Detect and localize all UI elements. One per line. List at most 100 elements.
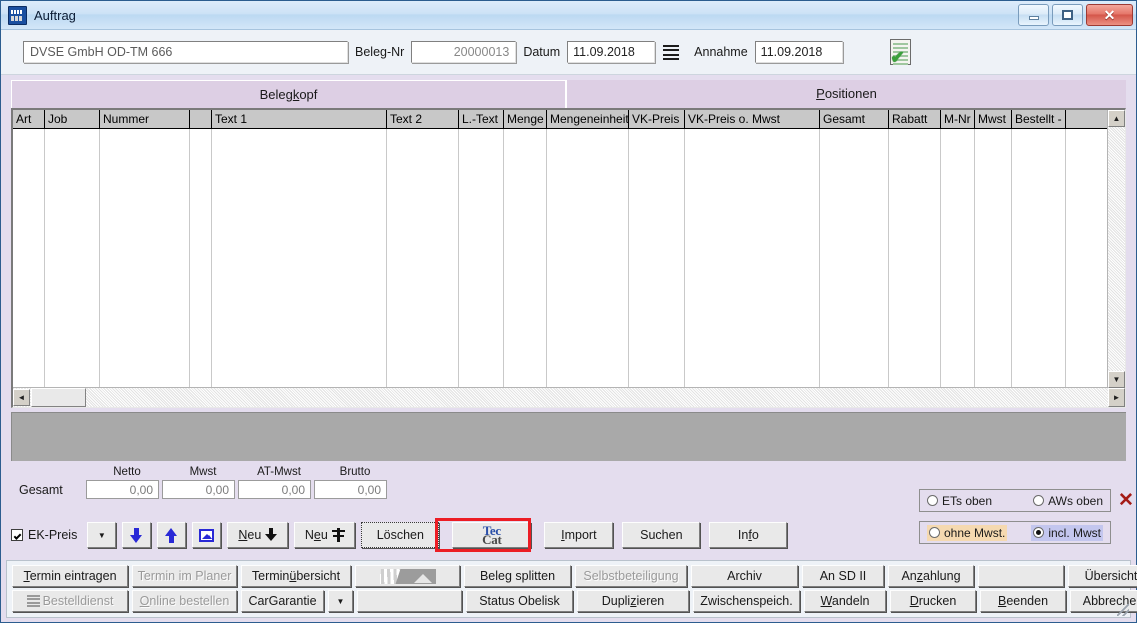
bottom-button-label: Online bestellen <box>139 594 230 608</box>
grid-column-body[interactable] <box>459 129 504 389</box>
radio-aws-oben[interactable]: AWs oben <box>1033 494 1103 508</box>
bottom-button-an-sd-ii[interactable]: An SD II <box>802 565 884 587</box>
info-button[interactable]: Info <box>709 522 788 548</box>
totals-value-field[interactable]: 0,00 <box>162 480 235 499</box>
bottom-button-bestelldienst[interactable]: Bestelldienst <box>12 590 128 612</box>
grid-column-body[interactable] <box>45 129 100 389</box>
horizontal-scroll-thumb[interactable] <box>31 388 86 407</box>
tab-positionen[interactable]: Positionen <box>567 80 1126 108</box>
maximize-button[interactable] <box>1052 4 1083 26</box>
arrow-down-icon <box>130 527 143 543</box>
grid-column-body[interactable] <box>941 129 975 389</box>
bottom-button-termin-im-planer[interactable]: Termin im Planer <box>132 565 237 587</box>
radio-ets-oben[interactable]: ETs oben <box>927 494 992 508</box>
tab-belegkopf[interactable]: Belegkopf <box>11 80 567 108</box>
bottom-button-status-obelisk[interactable]: Status Obelisk <box>466 590 573 612</box>
bottom-button-übersicht[interactable]: Übersicht <box>1068 565 1137 587</box>
bottom-button-archiv[interactable]: Archiv <box>691 565 798 587</box>
picture-button[interactable] <box>192 522 222 548</box>
scroll-corner[interactable]: ► <box>1108 388 1125 407</box>
totals-value-field[interactable]: 0,00 <box>86 480 159 499</box>
move-down-button[interactable] <box>122 522 152 548</box>
annahme-field[interactable]: 11.09.2018 <box>754 41 843 63</box>
red-x-icon[interactable]: ✕ <box>1118 491 1134 510</box>
bottom-button-online-bestellen[interactable]: Online bestellen <box>132 590 237 612</box>
bottom-button-cargarantie[interactable]: CarGarantie <box>241 590 324 612</box>
grid-column-header[interactable]: Art <box>13 110 45 128</box>
grid-column-header[interactable]: VK-Preis <box>629 110 685 128</box>
grid-column-header[interactable]: Text 1 <box>212 110 387 128</box>
bottom-button-drucken[interactable]: Drucken <box>890 590 976 612</box>
beleg-nr-field[interactable]: 20000013 <box>411 41 517 63</box>
grid-column-header[interactable]: Bestellt - <box>1012 110 1066 128</box>
totals-value-field[interactable]: 0,00 <box>238 480 311 499</box>
bottom-button-selbstbeteiligung[interactable]: Selbstbeteiligung <box>575 565 687 587</box>
move-up-button[interactable] <box>157 522 187 548</box>
grid-column-header[interactable]: Nummer <box>100 110 190 128</box>
bottom-button-terminübersicht[interactable]: Terminübersicht <box>241 565 351 587</box>
grid-column-body[interactable] <box>975 129 1012 389</box>
bottom-button-termin-eintragen[interactable]: Termin eintragen <box>12 565 128 587</box>
scroll-right-button[interactable]: ► <box>1108 388 1125 407</box>
ek-preis-checkbox[interactable]: EK-Preis <box>11 528 77 542</box>
bottom-button-anzahlung[interactable]: Anzahlung <box>888 565 974 587</box>
grid-column-body[interactable] <box>100 129 190 389</box>
grid-column-header[interactable]: Text 2 <box>387 110 459 128</box>
datum-label: Datum <box>523 45 561 59</box>
bottom-button-beleg-splitten[interactable]: Beleg splitten <box>464 565 571 587</box>
grid-column-body[interactable] <box>212 129 387 389</box>
grid-column-header[interactable]: Job <box>45 110 100 128</box>
loeschen-button[interactable]: Löschen <box>361 522 440 548</box>
bottom-button-zwischenspeich[interactable]: Zwischenspeich. <box>693 590 800 612</box>
bottom-button-blank[interactable] <box>357 590 462 612</box>
bottom-button-duplizieren[interactable]: Duplizieren <box>577 590 689 612</box>
grid-column-header[interactable]: Mwst <box>975 110 1012 128</box>
grid-body[interactable] <box>13 129 1125 389</box>
scroll-down-button[interactable]: ▼ <box>1108 371 1125 388</box>
grid-column-body[interactable] <box>889 129 941 389</box>
bottom-button-blank[interactable] <box>978 565 1064 587</box>
scroll-left-button[interactable]: ◄ <box>13 389 30 406</box>
teccat-button[interactable]: Tec Cat <box>452 522 532 548</box>
grid-column-header[interactable]: Mengeneinheit <box>547 110 629 128</box>
grid-column-header[interactable]: Rabatt <box>889 110 941 128</box>
close-button[interactable]: ✕ <box>1086 4 1133 26</box>
vertical-scrollbar[interactable]: ▲ ▼ <box>1107 110 1125 388</box>
totals-value-field[interactable]: 0,00 <box>314 480 387 499</box>
grid-column-body[interactable] <box>387 129 459 389</box>
radio-ohne-mwst-dot <box>929 527 940 538</box>
bottom-button-blank[interactable]: ▼ <box>328 590 353 612</box>
list-lines-icon[interactable] <box>663 44 680 60</box>
grid-column-body[interactable] <box>685 129 820 389</box>
grid-column-header[interactable] <box>190 110 212 128</box>
suchen-button[interactable]: Suchen <box>622 522 701 548</box>
grid-column-body[interactable] <box>13 129 45 389</box>
horizontal-scrollbar[interactable]: ◄ <box>13 387 1108 407</box>
bottom-button-wandeln[interactable]: Wandeln <box>804 590 886 612</box>
scroll-up-button[interactable]: ▲ <box>1108 110 1125 127</box>
document-check-icon[interactable]: ✔ <box>887 38 913 66</box>
grid-column-header[interactable]: Gesamt <box>820 110 889 128</box>
minimize-button[interactable] <box>1018 4 1049 26</box>
customer-field[interactable]: DVSE GmbH OD-TM 666 <box>23 41 348 63</box>
neu-down-button[interactable]: Neu <box>227 522 289 548</box>
grid-column-header[interactable]: VK-Preis o. Mwst <box>685 110 820 128</box>
grid-column-header[interactable]: L.-Text <box>459 110 504 128</box>
neu-split-button[interactable]: Neu <box>294 522 356 548</box>
grid-column-header[interactable]: Menge <box>504 110 547 128</box>
grid-column-body[interactable] <box>629 129 685 389</box>
toolbar-dropdown-button[interactable]: ▼ <box>87 522 117 548</box>
datum-field[interactable]: 11.09.2018 <box>567 41 656 63</box>
import-button[interactable]: Import <box>544 522 614 548</box>
grid-column-header[interactable]: M-Nr <box>941 110 975 128</box>
grid-column-body[interactable] <box>820 129 889 389</box>
grid-column-body[interactable] <box>190 129 212 389</box>
grid-column-body[interactable] <box>504 129 547 389</box>
bottom-button-beenden[interactable]: Beenden <box>980 590 1066 612</box>
radio-incl-mwst[interactable]: incl. Mwst <box>1031 524 1103 541</box>
bottom-button-photo-placeholder-icon[interactable] <box>355 565 460 587</box>
grid-column-body[interactable] <box>547 129 629 389</box>
resize-grip[interactable] <box>1117 604 1129 616</box>
grid-column-body[interactable] <box>1012 129 1066 389</box>
radio-ohne-mwst[interactable]: ohne Mwst. <box>927 524 1008 541</box>
